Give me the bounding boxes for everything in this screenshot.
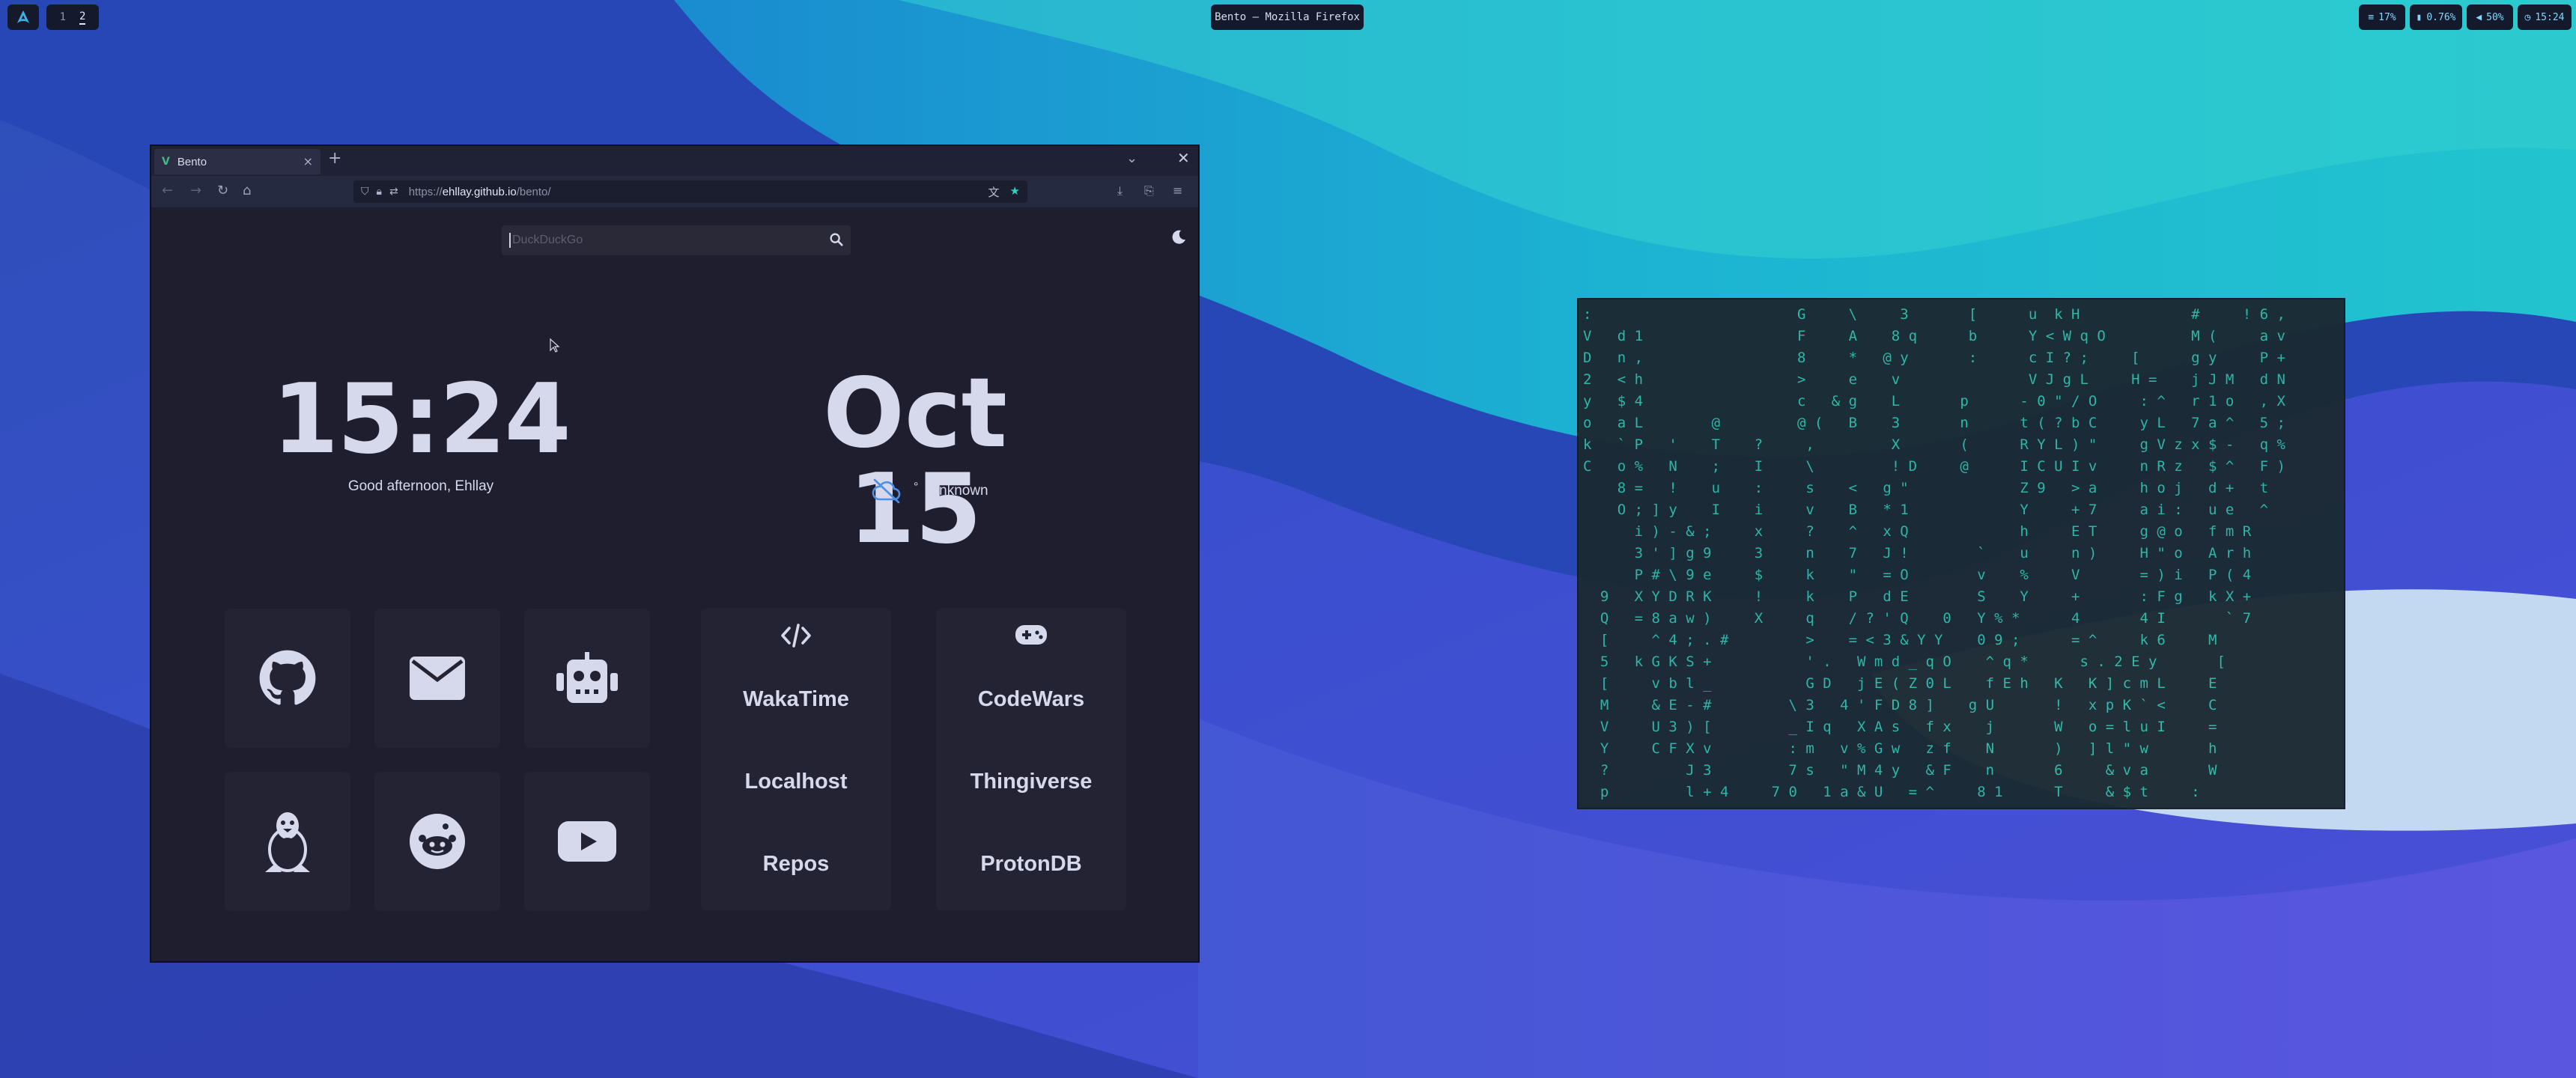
- greeting-text: Good afternoon, Ehllay: [347, 478, 494, 494]
- clock-value: 15:24: [2535, 11, 2565, 23]
- text-caret: [509, 233, 511, 248]
- extensions-icon[interactable]: ⎘: [1144, 183, 1154, 198]
- navigation-toolbar: ← → ↻ ⌂ ⛉ 🔒︎ ⇄ https://ehllay.github.io/…: [151, 176, 1198, 208]
- new-tab-button[interactable]: +: [328, 149, 341, 168]
- lock-icon[interactable]: 🔒︎: [377, 186, 382, 198]
- theme-toggle-moon-icon[interactable]: [1170, 228, 1188, 246]
- close-window-icon[interactable]: ✕: [1177, 149, 1190, 167]
- search-icon[interactable]: [828, 231, 845, 248]
- home-icon[interactable]: ⌂: [243, 183, 251, 198]
- link-repos[interactable]: Repos: [701, 852, 891, 877]
- link-thingiverse[interactable]: Thingiverse: [936, 770, 1126, 794]
- downloads-icon[interactable]: ⤓: [1117, 183, 1123, 198]
- memory-value: 0.76%: [2426, 11, 2456, 23]
- cpu-icon: ≡: [2368, 11, 2375, 23]
- youtube-link-card[interactable]: [524, 772, 650, 911]
- robot-icon: [556, 652, 618, 703]
- top-bar: 1 2 Bento — Mozilla Firefox ≡ 17% ▮ 0.76…: [0, 0, 2576, 34]
- reload-icon[interactable]: ↻: [217, 183, 228, 198]
- vue-favicon-icon: V: [162, 156, 170, 168]
- link-protondb[interactable]: ProtonDB: [936, 852, 1126, 877]
- github-link-card[interactable]: [225, 609, 350, 748]
- workspace-switcher: 1 2: [46, 4, 99, 30]
- close-tab-icon[interactable]: ×: [303, 154, 313, 168]
- clock-icon: ◷: [2524, 11, 2531, 23]
- cpu-value: 17%: [2378, 11, 2396, 23]
- volume-value: 50%: [2486, 11, 2504, 23]
- dev-links-card: WakaTime Localhost Repos: [701, 608, 891, 910]
- tab-strip: V Bento × + ⌄ ✕: [151, 146, 1198, 176]
- link-localhost[interactable]: Localhost: [701, 770, 891, 794]
- weather-widget: ° Unknown: [870, 477, 988, 505]
- code-icon: [701, 623, 891, 651]
- clock-indicator[interactable]: ◷ 15:24: [2518, 4, 2572, 30]
- mouse-cursor-icon: [550, 338, 560, 353]
- clock-time: 15:24: [272, 364, 571, 475]
- link-wakatime[interactable]: WakaTime: [701, 687, 891, 712]
- github-icon: [259, 650, 316, 705]
- url-bar[interactable]: ⛉ 🔒︎ ⇄ https://ehllay.github.io/bento/ 文…: [353, 180, 1027, 203]
- mail-icon: [410, 657, 465, 700]
- memory-indicator[interactable]: ▮ 0.76%: [2410, 4, 2462, 30]
- linux-tux-icon: [265, 812, 310, 872]
- firefox-window: V Bento × + ⌄ ✕ ← → ↻ ⌂ ⛉ 🔒︎ ⇄ https://e…: [150, 144, 1200, 963]
- volume-icon: ◀: [2476, 11, 2482, 23]
- menu-hamburger-icon[interactable]: ≡: [1173, 183, 1182, 198]
- cpu-indicator[interactable]: ≡ 17%: [2359, 4, 2405, 30]
- bookmark-star-icon[interactable]: ★: [1010, 184, 1020, 200]
- forward-arrow-icon[interactable]: →: [190, 183, 201, 198]
- cloud-off-icon: [872, 478, 901, 504]
- matrix-rain-output: : G \ 3 [ u k H # ! 6 , V d 1 F A 8 q b …: [1583, 306, 2285, 800]
- search-input[interactable]: DuckDuckGo: [502, 225, 851, 255]
- url-actions: 文 ★: [988, 184, 1020, 200]
- permissions-icon[interactable]: ⇄: [389, 186, 398, 198]
- reddit-link-card[interactable]: [374, 772, 500, 911]
- tracking-protection-shield-icon[interactable]: ⛉: [361, 186, 369, 198]
- mail-link-card[interactable]: [374, 609, 500, 748]
- youtube-icon: [558, 821, 616, 862]
- url-text[interactable]: https://ehllay.github.io/bento/: [409, 186, 551, 198]
- volume-indicator[interactable]: ◀ 50%: [2467, 4, 2513, 30]
- robot-link-card[interactable]: [524, 609, 650, 748]
- link-codewars[interactable]: CodeWars: [936, 687, 1126, 712]
- date-display: Oct 15: [823, 358, 1007, 565]
- search-placeholder: DuckDuckGo: [512, 234, 583, 246]
- tab-title: Bento: [177, 155, 207, 168]
- translate-icon[interactable]: 文: [988, 184, 1000, 200]
- tab-bento[interactable]: V Bento ×: [154, 149, 321, 174]
- linux-link-card[interactable]: [225, 772, 350, 911]
- weather-description: Unknown: [929, 483, 988, 499]
- weather-temperature: °: [914, 481, 919, 493]
- list-all-tabs-chevron-icon[interactable]: ⌄: [1126, 150, 1137, 166]
- memory-icon: ▮: [2416, 11, 2422, 23]
- workspace-2-button[interactable]: 2: [79, 10, 86, 25]
- back-arrow-icon[interactable]: ←: [162, 183, 173, 198]
- reddit-icon: [410, 814, 465, 869]
- terminal-window[interactable]: : G \ 3 [ u k H # ! 6 , V d 1 F A 8 q b …: [1577, 298, 2345, 809]
- arch-linux-icon[interactable]: [7, 4, 39, 30]
- gamepad-icon: [936, 623, 1126, 650]
- workspace-1-button[interactable]: 1: [60, 11, 66, 23]
- bento-startpage: DuckDuckGo 15:24 Good afternoon, Ehllay …: [151, 207, 1198, 961]
- active-window-title: Bento — Mozilla Firefox: [1211, 4, 1364, 30]
- game-links-card: CodeWars Thingiverse ProtonDB: [936, 608, 1126, 910]
